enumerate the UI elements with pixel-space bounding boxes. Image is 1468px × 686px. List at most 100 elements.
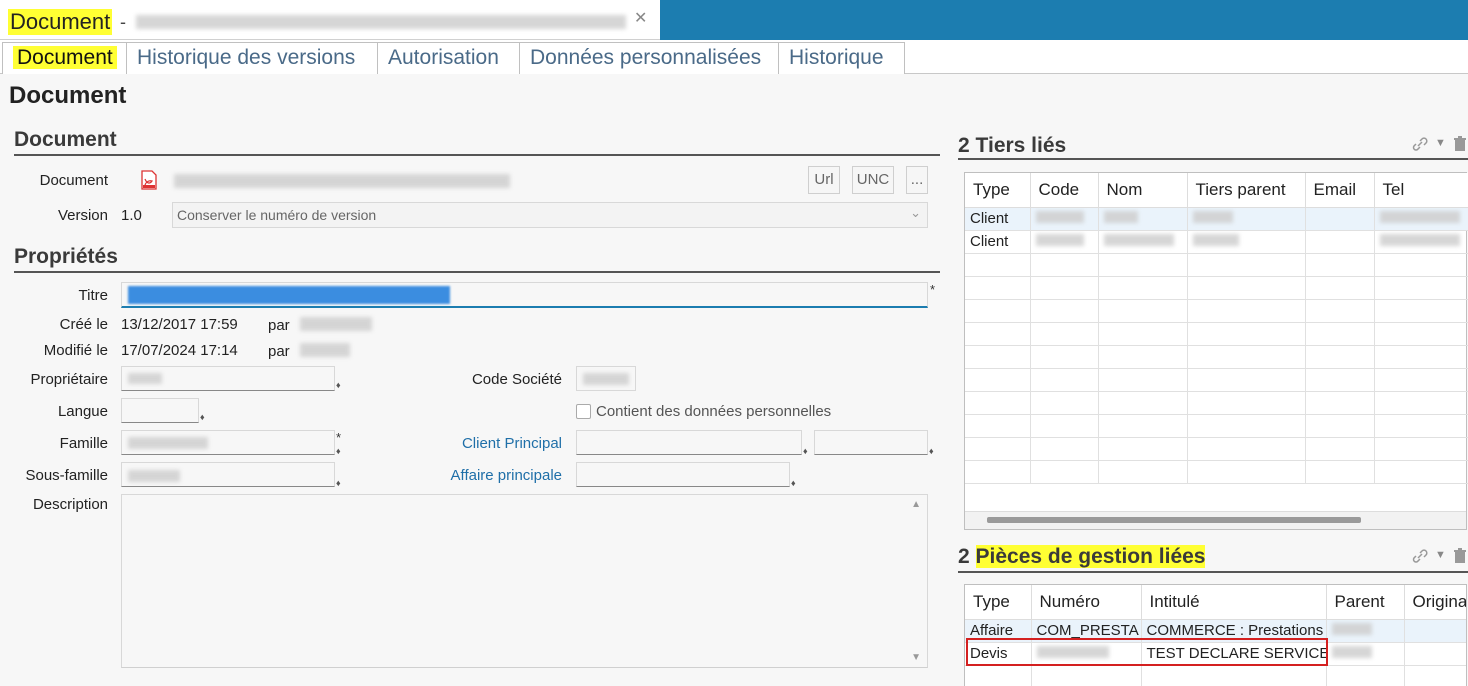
table-row <box>965 460 1468 484</box>
modifie-label: Modifié le <box>43 342 108 359</box>
pieces-count: 2 <box>958 545 970 568</box>
trash-icon[interactable] <box>1453 548 1467 564</box>
table-row <box>965 414 1468 438</box>
redacted-owner <box>128 373 162 384</box>
table-row[interactable]: Client <box>965 207 1468 231</box>
description-label: Description <box>32 496 108 513</box>
link-icon[interactable] <box>1411 548 1429 564</box>
redacted-document-path <box>174 174 510 188</box>
pieces-col-parent[interactable]: Parent <box>1326 585 1405 620</box>
pieces-heading: 2 Pièces de gestion liées <box>958 545 1468 573</box>
table-row <box>965 391 1468 415</box>
chevron-down-icon: ⌄ <box>910 205 921 220</box>
redacted-cell <box>1035 211 1084 223</box>
tiers-row2-code <box>1030 230 1099 254</box>
titre-input[interactable] <box>121 282 928 308</box>
tiers-col-tiers-parent[interactable]: Tiers parent <box>1187 173 1306 208</box>
titre-label: Titre <box>78 287 108 304</box>
tiers-col-nom[interactable]: Nom <box>1098 173 1188 208</box>
scrollbar-thumb[interactable] <box>987 517 1361 523</box>
pdf-icon[interactable] <box>140 170 158 190</box>
affaire-principale-input[interactable] <box>576 462 790 487</box>
close-icon[interactable]: ✕ <box>634 8 647 28</box>
pieces-col-origine[interactable]: Origina <box>1404 585 1466 620</box>
trash-icon[interactable] <box>1453 136 1467 152</box>
window-title: Document <box>8 9 113 35</box>
table-row <box>965 368 1468 392</box>
table-row <box>965 276 1468 300</box>
tiers-col-tel[interactable]: Tel <box>1374 173 1468 208</box>
annotation-highlight-box <box>966 638 1328 666</box>
map-pin-icon[interactable]: ♦ <box>200 412 205 422</box>
tiers-row2-email <box>1305 230 1375 254</box>
map-pin-icon[interactable]: ♦ <box>929 446 934 456</box>
chevron-down-icon[interactable]: ▼ <box>1435 549 1446 561</box>
tiers-row1-tel <box>1374 207 1468 231</box>
famille-input[interactable] <box>121 430 335 455</box>
map-pin-icon[interactable]: ♦ <box>336 446 341 456</box>
browse-button[interactable]: ... <box>906 166 928 194</box>
map-pin-icon[interactable]: ♦ <box>336 478 341 488</box>
version-select[interactable]: Conserver le numéro de version ⌄ <box>172 202 928 228</box>
personal-data-checkbox[interactable] <box>576 404 591 419</box>
tiers-grid: Type Code Nom Tiers parent Email Tel Cli… <box>964 172 1468 530</box>
redacted-cell <box>1035 234 1084 246</box>
tab-historique-versions[interactable]: Historique des versions <box>126 42 378 74</box>
table-row[interactable]: Client <box>965 230 1468 254</box>
page-title: Document <box>9 82 127 109</box>
link-icon[interactable] <box>1411 136 1429 152</box>
pieces-title: Pièces de gestion liées <box>975 545 1206 568</box>
redacted-modifier <box>300 343 350 357</box>
code-societe-value <box>576 366 636 391</box>
map-pin-icon[interactable]: ♦ <box>336 380 341 390</box>
tiers-row1-email <box>1305 207 1375 231</box>
tab-donnees-personnalisees[interactable]: Données personnalisées <box>519 42 779 74</box>
tab-document[interactable]: Document <box>2 42 127 74</box>
pieces-grid: Type Numéro Intitulé Parent Origina Affa… <box>964 584 1467 686</box>
chevron-down-icon[interactable]: ▼ <box>1435 137 1446 149</box>
pieces-col-type[interactable]: Type <box>965 585 1032 620</box>
tab-autorisation[interactable]: Autorisation <box>377 42 520 74</box>
document-label: Document <box>39 172 108 189</box>
section-proprietes-heading: Propriétés <box>14 245 940 273</box>
titre-selected-text <box>128 286 450 304</box>
unc-button[interactable]: UNC <box>852 166 894 194</box>
redacted-cell <box>1331 646 1372 658</box>
document-window-tab[interactable]: Document - ✕ <box>0 0 660 40</box>
description-textarea[interactable]: ▲ ▼ <box>121 494 928 668</box>
scroll-down-icon[interactable]: ▼ <box>911 652 921 663</box>
client-principal-link[interactable]: Client Principal <box>420 435 562 452</box>
cree-label: Créé le <box>59 316 108 333</box>
tiers-row2-parent <box>1187 230 1306 254</box>
map-pin-icon[interactable]: ♦ <box>803 446 808 456</box>
cree-par-label: par <box>268 317 290 334</box>
map-pin-icon[interactable]: ♦ <box>791 478 796 488</box>
horizontal-scrollbar[interactable] <box>965 511 1466 529</box>
tiers-title: Tiers liés <box>975 134 1067 157</box>
langue-input[interactable] <box>121 398 199 423</box>
tiers-col-type[interactable]: Type <box>965 173 1031 208</box>
pieces-col-numero[interactable]: Numéro <box>1031 585 1142 620</box>
langue-label: Langue <box>57 403 108 420</box>
redacted-code-societe <box>583 373 629 385</box>
proprietaire-input[interactable] <box>121 366 335 391</box>
tab-historique[interactable]: Historique <box>778 42 905 74</box>
tiers-col-email[interactable]: Email <box>1305 173 1375 208</box>
sous-famille-input[interactable] <box>121 462 335 487</box>
table-row <box>965 345 1468 369</box>
redacted-creator <box>300 317 372 331</box>
pieces-header-row: Type Numéro Intitulé Parent Origina <box>965 585 1466 620</box>
client-principal-name-input[interactable] <box>814 430 928 455</box>
client-principal-code-input[interactable] <box>576 430 802 455</box>
modifie-par-label: par <box>268 343 290 360</box>
required-mark-famille: * <box>336 430 342 445</box>
url-button[interactable]: Url <box>808 166 840 194</box>
pieces-col-intitule[interactable]: Intitulé <box>1141 585 1327 620</box>
affaire-principale-link[interactable]: Affaire principale <box>420 467 562 484</box>
code-societe-label: Code Société <box>471 371 562 388</box>
table-row <box>965 322 1468 346</box>
scroll-up-icon[interactable]: ▲ <box>911 499 921 510</box>
table-row <box>965 253 1468 277</box>
redacted-famille <box>128 437 208 449</box>
tiers-col-code[interactable]: Code <box>1030 173 1099 208</box>
